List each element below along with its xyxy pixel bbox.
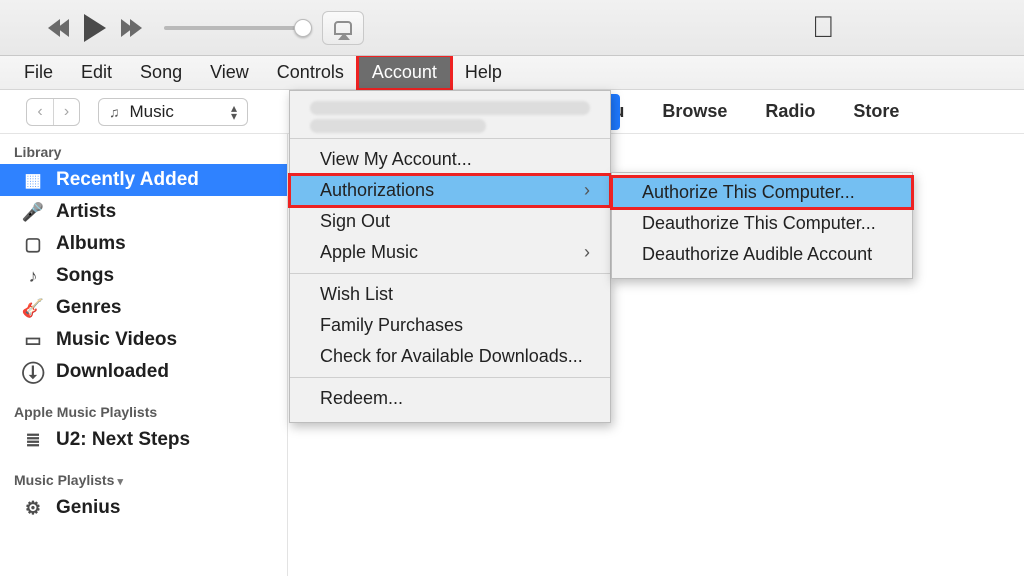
menu-separator [290,138,610,139]
sidebar-item-label: U2: Next Steps [56,429,190,451]
nav-back-button[interactable]: ‹ [27,99,53,125]
sidebar-item-label: Artists [56,201,116,223]
slider-knob[interactable] [294,19,312,37]
player-bar:  [0,0,1024,56]
sidebar-item-label: Genius [56,497,120,519]
video-icon: ▭ [22,330,44,351]
tab-radio[interactable]: Radio [765,101,815,122]
rewind-button[interactable] [48,19,66,37]
menu-redeem[interactable]: Redeem... [290,383,610,414]
menu-authorizations[interactable]: Authorizations [290,175,610,206]
menu-separator [290,273,610,274]
sidebar-item-label: Genres [56,297,121,319]
sidebar-item-u2[interactable]: ≣ U2: Next Steps [0,424,287,456]
menu-account[interactable]: Account [358,56,451,89]
sidebar: Library ▦ Recently Added 🎤 Artists ▢ Albums… [0,134,288,576]
note-icon: ♪ [22,266,44,287]
redacted-account-line [310,119,486,133]
menu-song[interactable]: Song [126,56,196,89]
microphone-icon: 🎤 [22,202,44,223]
authorizations-submenu: Authorize This Computer... Deauthorize T… [611,172,913,279]
sidebar-item-label: Songs [56,265,114,287]
nav-back-forward: ‹ › [26,98,80,126]
airplay-icon [334,21,352,35]
grid-icon: ▦ [22,170,44,191]
album-icon: ▢ [22,234,44,255]
menu-family-purchases[interactable]: Family Purchases [290,310,610,341]
menu-check-downloads[interactable]: Check for Available Downloads... [290,341,610,372]
playback-controls [48,14,142,42]
sidebar-item-genres[interactable]: 🎸 Genres [0,292,287,324]
menu-file[interactable]: File [10,56,67,89]
sidebar-item-downloaded[interactable]: ⭣⃝ Downloaded [0,356,287,388]
apple-logo-icon:  [812,11,835,45]
menu-apple-music[interactable]: Apple Music [290,237,610,268]
sidebar-item-music-videos[interactable]: ▭ Music Videos [0,324,287,356]
guitar-icon: 🎸 [22,298,44,319]
submenu-deauthorize-computer[interactable]: Deauthorize This Computer... [612,208,912,239]
menu-controls[interactable]: Controls [263,56,358,89]
sidebar-head-music-playlists[interactable]: Music Playlists [0,466,287,492]
sidebar-item-genius[interactable]: ⚙ Genius [0,492,287,524]
playlist-icon: ≣ [22,430,44,451]
redacted-account-line [310,101,590,115]
account-menu-popup: View My Account... Authorizations Sign O… [289,90,611,423]
submenu-deauthorize-audible[interactable]: Deauthorize Audible Account [612,239,912,270]
nav-forward-button[interactable]: › [53,99,79,125]
volume-slider[interactable] [164,26,304,30]
menu-edit[interactable]: Edit [67,56,126,89]
tab-store[interactable]: Store [853,101,899,122]
menu-wish-list[interactable]: Wish List [290,279,610,310]
download-icon: ⭣⃝ [22,362,44,383]
sidebar-item-label: Recently Added [56,169,199,191]
sidebar-item-songs[interactable]: ♪ Songs [0,260,287,292]
music-note-icon: ♫ [109,104,120,120]
airplay-button[interactable] [322,11,364,45]
forward-button[interactable] [124,19,142,37]
menu-view-my-account[interactable]: View My Account... [290,144,610,175]
sidebar-item-artists[interactable]: 🎤 Artists [0,196,287,228]
gear-icon: ⚙ [22,498,44,519]
menubar: File Edit Song View Controls Account Hel… [0,56,1024,90]
sidebar-item-recently-added[interactable]: ▦ Recently Added [0,164,287,196]
chevron-updown-icon: ▴▾ [231,104,237,120]
sidebar-item-label: Downloaded [56,361,169,383]
sidebar-item-label: Albums [56,233,126,255]
menu-separator [290,377,610,378]
submenu-authorize-computer[interactable]: Authorize This Computer... [612,177,912,208]
menu-view[interactable]: View [196,56,263,89]
menu-help[interactable]: Help [451,56,516,89]
sidebar-item-label: Music Videos [56,329,177,351]
sidebar-item-albums[interactable]: ▢ Albums [0,228,287,260]
play-button[interactable] [84,14,106,42]
menu-sign-out[interactable]: Sign Out [290,206,610,237]
sidebar-head-apple-playlists: Apple Music Playlists [0,398,287,424]
tab-browse[interactable]: Browse [662,101,727,122]
source-label: Music [130,102,174,122]
source-select[interactable]: ♫ Music ▴▾ [98,98,248,126]
sidebar-head-library: Library [0,138,287,164]
